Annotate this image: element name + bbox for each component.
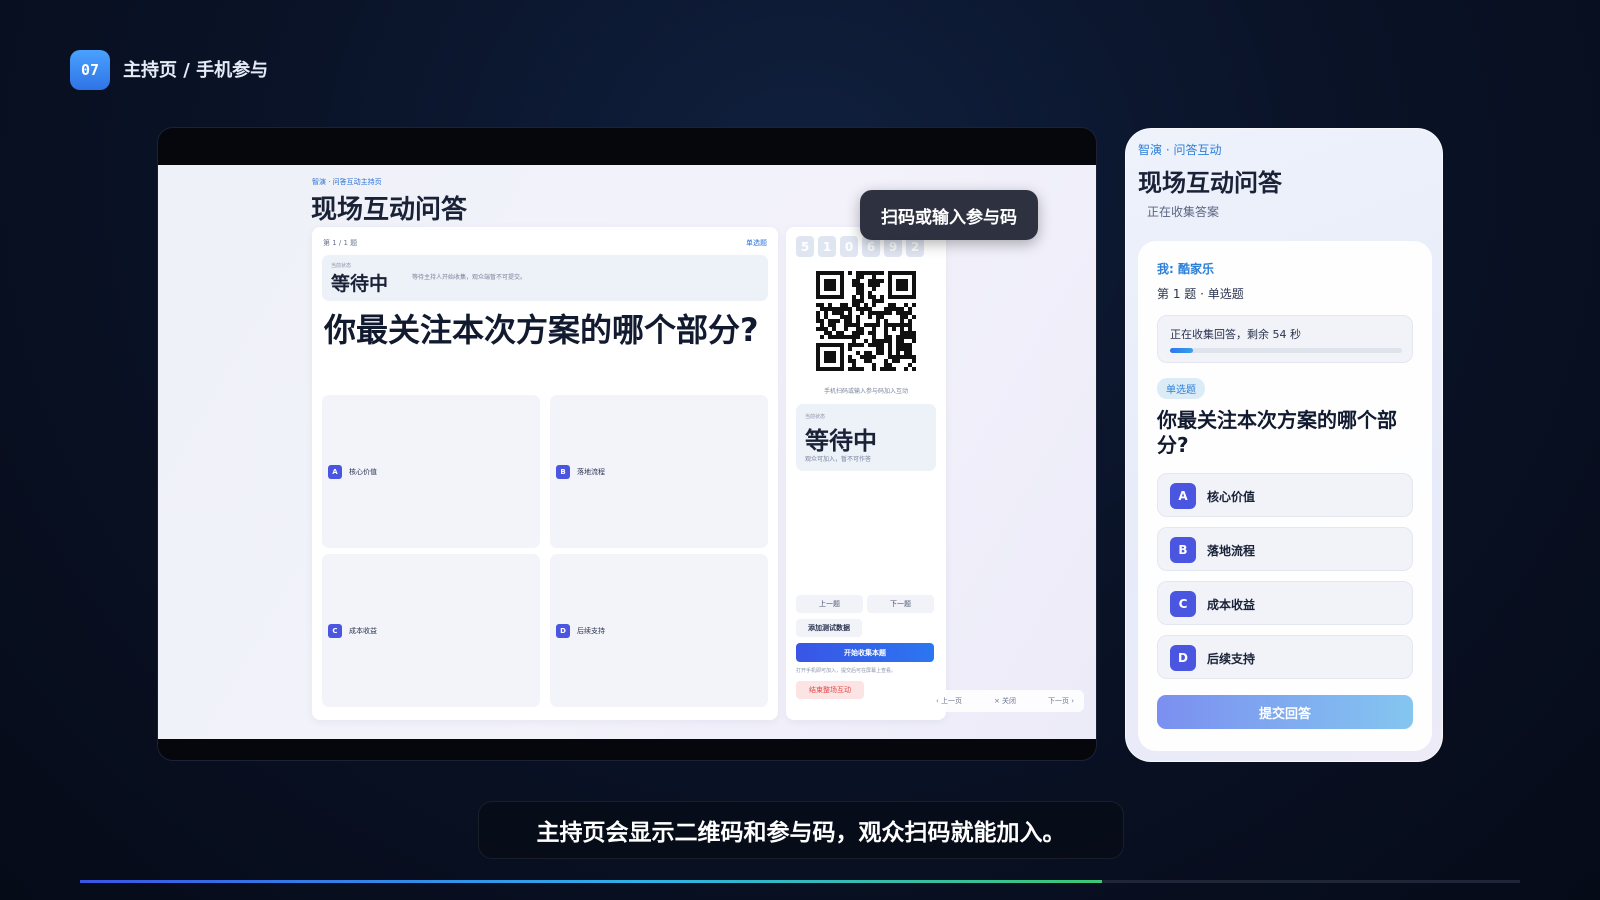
option-letter: A (328, 465, 342, 479)
phone-subtitle: 正在收集答案 (1147, 205, 1220, 219)
side-status-box: 当前状态 等待中 观众可加入，暂不可作答 (796, 404, 936, 471)
option-a[interactable]: A 核心价值 (322, 395, 540, 548)
question-text: 你最关注本次方案的哪个部分? (324, 311, 759, 349)
caption: 主持页会显示二维码和参与码，观众扫码就能加入。 (478, 801, 1124, 859)
host-title: 现场互动问答 (311, 195, 468, 225)
host-screen: 智演 · 问答互动主持页 现场互动问答 第 1 / 1 题 单选题 当前状态 等… (158, 165, 1096, 739)
join-code-digit: 0 (840, 236, 858, 257)
start-hint: 打开手机即可加入，提交后可在屏幕上查看。 (796, 668, 897, 674)
collect-progress-track (1170, 348, 1402, 353)
join-tooltip: 扫码或输入参与码 (860, 190, 1038, 240)
next-page-button[interactable]: 下一页 › (1048, 696, 1074, 706)
submit-answer-button[interactable]: 提交回答 (1157, 695, 1413, 729)
option-letter: A (1170, 483, 1196, 509)
phone-option-d[interactable]: D 后续支持 (1157, 635, 1413, 679)
option-letter: D (556, 624, 570, 638)
question-type-tag: 单选题 (1157, 378, 1205, 399)
prev-question-button[interactable]: 上一题 (796, 595, 863, 613)
status-note: 等待主持人开始收集，观众端暂不可提交。 (412, 274, 527, 281)
qr-caption: 手机扫码或输入参与码加入互动 (823, 388, 908, 395)
side-status-note: 观众可加入，暂不可作答 (805, 456, 872, 463)
option-label: 后续支持 (577, 627, 605, 635)
collect-progress: 正在收集回答，剩余 54 秒 (1157, 315, 1413, 363)
option-letter: B (1170, 537, 1196, 563)
status-label: 当前状态 (331, 263, 352, 269)
playback-progress-track[interactable] (80, 880, 1520, 883)
option-label: 核心价值 (1207, 490, 1256, 504)
status-value: 等待中 (331, 273, 389, 295)
phone-option-a[interactable]: A 核心价值 (1157, 473, 1413, 517)
option-label: 落地流程 (1207, 544, 1256, 558)
playback-progress-fill (80, 880, 1103, 883)
phone-question-text: 你最关注本次方案的哪个部分? (1157, 408, 1397, 457)
option-label: 成本收益 (349, 627, 377, 635)
phone-option-b[interactable]: B 落地流程 (1157, 527, 1413, 571)
slide-pager: ‹ 上一页 × 关闭 下一页 › (926, 690, 1084, 712)
question-type: 单选题 (746, 239, 767, 247)
phone-option-c[interactable]: C 成本收益 (1157, 581, 1413, 625)
end-interaction-button[interactable]: 结束整场互动 (796, 681, 864, 699)
step-badge: 07 (70, 50, 110, 90)
option-d[interactable]: D 后续支持 (550, 554, 768, 707)
phone-title: 现场互动问答 (1138, 169, 1282, 197)
question-count: 第 1 / 1 题 (323, 239, 358, 247)
phone-preview: 智演 · 问答互动 现场互动问答 正在收集答案 我: 酷家乐 第 1 题 · 单… (1125, 128, 1443, 762)
prev-page-button[interactable]: ‹ 上一页 (936, 696, 962, 706)
option-letter: D (1170, 645, 1196, 671)
option-label: 落地流程 (577, 468, 605, 476)
option-letter: C (1170, 591, 1196, 617)
option-label: 后续支持 (1207, 652, 1256, 666)
next-question-button[interactable]: 下一题 (867, 595, 934, 613)
option-b[interactable]: B 落地流程 (550, 395, 768, 548)
host-kicker: 智演 · 问答互动主持页 (312, 178, 382, 186)
participant-name: 我: 酷家乐 (1157, 262, 1214, 276)
status-box: 当前状态 等待中 等待主持人开始收集，观众端暂不可提交。 (322, 255, 768, 301)
join-code-digit: 1 (818, 236, 836, 257)
side-status-value: 等待中 (805, 427, 877, 455)
add-test-data-button[interactable]: 添加测试数据 (796, 619, 862, 637)
phone-kicker: 智演 · 问答互动 (1138, 143, 1222, 157)
qr-code (816, 271, 916, 371)
collect-progress-text: 正在收集回答，剩余 54 秒 (1170, 328, 1301, 341)
option-c[interactable]: C 成本收益 (322, 554, 540, 707)
join-panel: 5 1 0 6 9 2 手机扫码或输入参与码加入互动 当前状态 等待中 观众可加… (786, 227, 946, 720)
option-letter: B (556, 465, 570, 479)
start-collect-button[interactable]: 开始收集本题 (796, 643, 934, 662)
question-card: 第 1 / 1 题 单选题 当前状态 等待中 等待主持人开始收集，观众端暂不可提… (312, 227, 778, 720)
close-button[interactable]: × 关闭 (994, 696, 1016, 706)
question-number: 第 1 题 · 单选题 (1157, 287, 1244, 301)
option-label: 核心价值 (349, 468, 377, 476)
join-code-digit: 5 (796, 236, 814, 257)
collect-progress-fill (1170, 348, 1194, 353)
option-label: 成本收益 (1207, 598, 1256, 612)
step-title: 主持页 / 手机参与 (123, 60, 269, 81)
option-letter: C (328, 624, 342, 638)
side-status-label: 当前状态 (805, 414, 826, 420)
phone-answer-card: 我: 酷家乐 第 1 题 · 单选题 正在收集回答，剩余 54 秒 单选题 你最… (1138, 241, 1432, 751)
